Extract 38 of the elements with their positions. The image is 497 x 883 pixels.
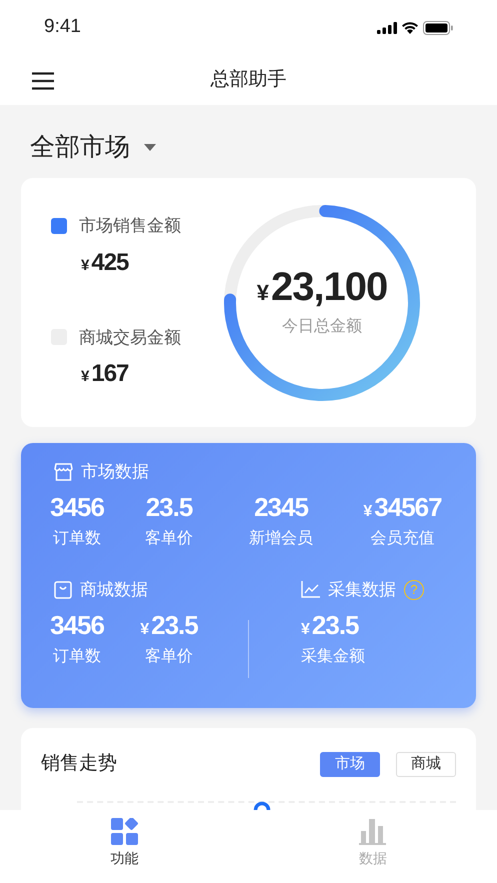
- stat-value: 23.5: [146, 492, 192, 522]
- section-title: 市场数据: [81, 461, 149, 483]
- stat-label: 订单数: [53, 529, 101, 550]
- total-amount: ¥23,100: [256, 266, 388, 306]
- legend-amount: ¥167: [81, 359, 130, 389]
- bag-icon: [54, 580, 72, 599]
- stat-label: 客单价: [145, 528, 193, 550]
- stat-label: 采集金额: [301, 646, 366, 668]
- legend-amount: ¥425: [81, 248, 130, 278]
- stat-value: 2345: [254, 492, 308, 522]
- stat-value: ¥23.5: [301, 610, 360, 640]
- stat-label: 订单数: [53, 647, 101, 668]
- stat-value: 3456: [50, 610, 104, 640]
- stat-value: ¥34567: [363, 492, 442, 522]
- stat-label: 客单价: [145, 646, 193, 668]
- caret-icon: [144, 144, 156, 152]
- grid-icon: [110, 818, 138, 845]
- app-title: 总部助手: [210, 68, 286, 92]
- line-chart-icon: [301, 581, 320, 598]
- stat-value: ¥23.5: [140, 610, 198, 640]
- stat-value: 3456: [50, 492, 104, 522]
- battery-icon: [423, 20, 453, 34]
- signal-icon: [377, 22, 397, 34]
- stat-label: 新增会员: [249, 528, 313, 550]
- section-title: 采集数据: [328, 579, 396, 602]
- status-time: 9:41: [44, 15, 81, 40]
- legend-label: 市场销售金额: [79, 215, 181, 237]
- section-title: 商城数据: [80, 579, 148, 602]
- market-dropdown[interactable]: 全部市场: [30, 129, 156, 166]
- stat-label: 会员充值: [370, 528, 434, 550]
- wifi-icon: [401, 21, 419, 34]
- tab-item[interactable]: 功能: [110, 818, 138, 869]
- legend-label: 商城交易金额: [79, 326, 181, 348]
- total-caption: 今日总金额: [282, 316, 362, 336]
- store-icon: [54, 462, 73, 481]
- filter-tab[interactable]: 商城: [396, 752, 456, 777]
- bar-chart-icon: [359, 818, 386, 845]
- card-title: 销售走势: [41, 752, 117, 776]
